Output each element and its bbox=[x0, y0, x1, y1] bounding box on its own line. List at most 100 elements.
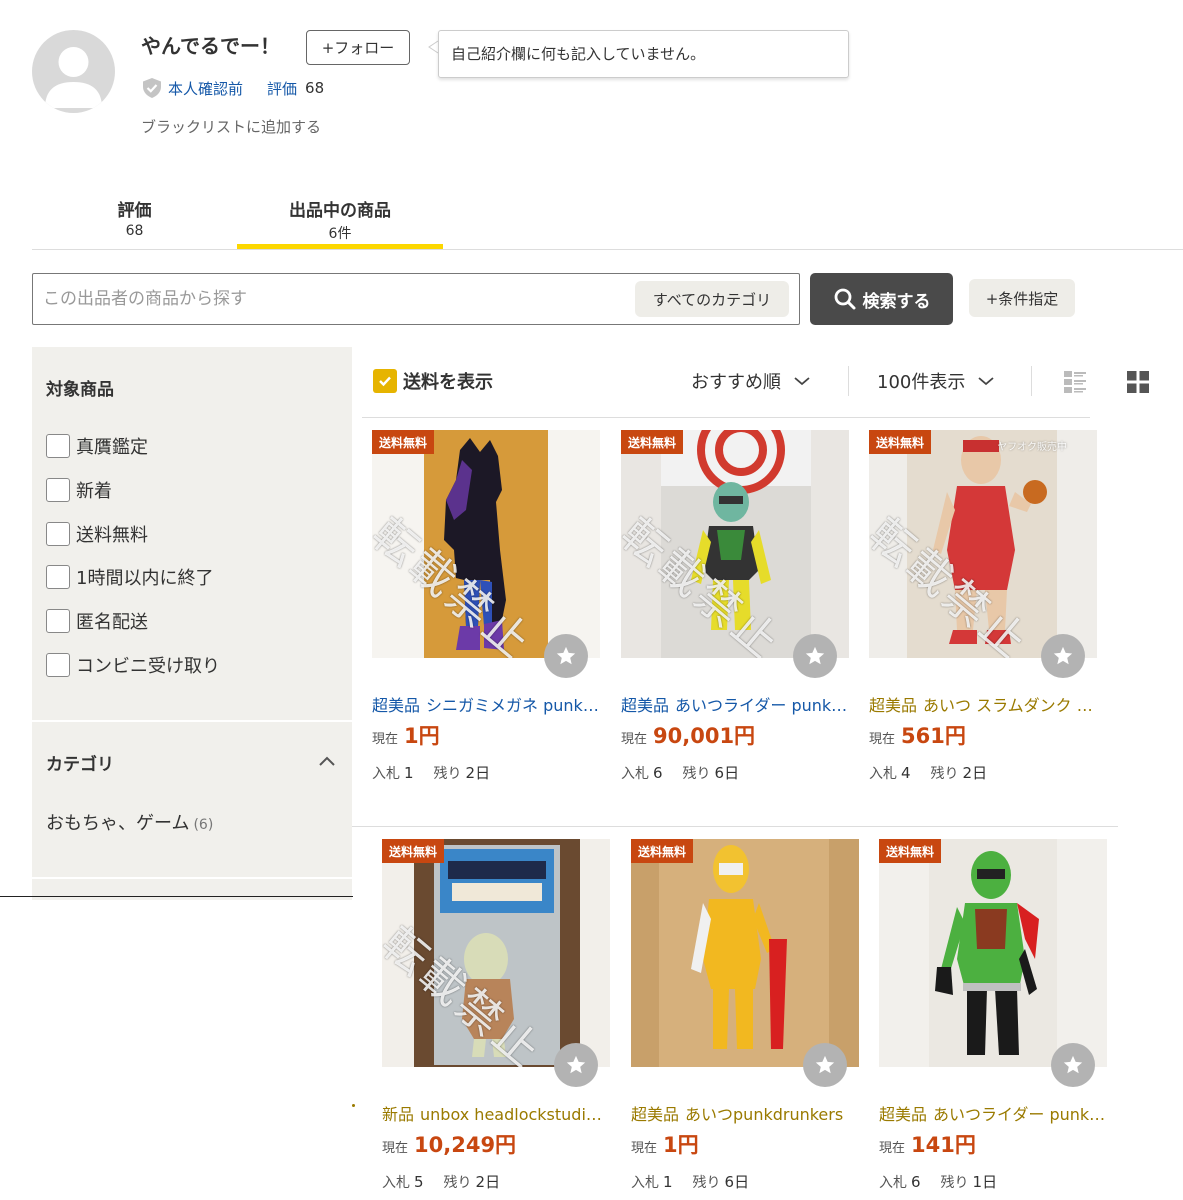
chevron-up-icon[interactable] bbox=[316, 751, 338, 773]
category-item-toys-games[interactable]: おもちゃ、ゲーム (6) bbox=[46, 809, 213, 835]
category-title[interactable]: カテゴリ bbox=[46, 750, 114, 775]
per-page-select[interactable]: 100件表示 bbox=[877, 368, 995, 394]
follow-button[interactable]: +フォロー bbox=[306, 30, 410, 65]
favorite-button[interactable] bbox=[803, 1043, 847, 1087]
remaining-time: 2日 bbox=[465, 764, 491, 782]
remaining-time: 2日 bbox=[962, 764, 988, 782]
filter-convenience-pickup[interactable]: コンビニ受け取り bbox=[46, 652, 220, 678]
chevron-down-icon bbox=[978, 377, 994, 386]
show-shipping-toggle[interactable]: 送料を表示 bbox=[373, 369, 493, 393]
price-label: 現在 bbox=[382, 1141, 409, 1156]
toolbar-separator bbox=[1031, 366, 1032, 396]
search-button[interactable]: 検索する bbox=[810, 273, 953, 325]
filter-checkbox[interactable] bbox=[46, 478, 70, 502]
free-shipping-badge: 送料無料 bbox=[372, 430, 435, 454]
bids-count: 6 bbox=[911, 1173, 921, 1191]
filter-new-arrivals[interactable]: 新着 bbox=[46, 477, 112, 503]
product-image[interactable]: 送料無料 転載禁止 bbox=[372, 430, 600, 658]
product-price: 1円 bbox=[663, 1133, 699, 1157]
filter-free-shipping[interactable]: 送料無料 bbox=[46, 521, 148, 547]
add-to-blacklist-link[interactable]: ブラックリストに追加する bbox=[141, 116, 321, 137]
filter-checkbox[interactable] bbox=[46, 565, 70, 589]
product-card[interactable]: 送料無料 超美品あいつライダー punkdrunkers 現在 141円 入札6… bbox=[879, 839, 1107, 1200]
per-page-label: 100件表示 bbox=[877, 372, 966, 393]
sidebar-edge-line bbox=[0, 896, 353, 897]
favorite-button[interactable] bbox=[793, 634, 837, 678]
product-image[interactable]: 送料無料 転載禁止 ヤフオク販売中 bbox=[869, 430, 1097, 658]
price-row: 現在 561円 bbox=[869, 720, 966, 750]
favorite-button[interactable] bbox=[1051, 1043, 1095, 1087]
show-shipping-checkbox[interactable] bbox=[373, 369, 397, 393]
product-title[interactable]: 新品 unbox headlockstudio kustom monsters bbox=[382, 1101, 610, 1125]
favorite-button[interactable] bbox=[1041, 634, 1085, 678]
auction-meta: 入札 6 残り 1日 bbox=[879, 1171, 1017, 1192]
favorite-button[interactable] bbox=[554, 1043, 598, 1087]
search-icon bbox=[834, 288, 855, 310]
product-card[interactable]: 送料無料 超美品 あいつpunkdrunkers 現在 1円 入札 1 残り 6日 bbox=[631, 839, 859, 1200]
filter-checkbox[interactable] bbox=[46, 522, 70, 546]
category-select[interactable]: すべてのカテゴリ bbox=[635, 281, 789, 317]
filter-checkbox[interactable] bbox=[46, 653, 70, 677]
price-label: 現在 bbox=[621, 732, 648, 747]
auction-meta: 入札 1 残り 2日 bbox=[372, 762, 510, 783]
bids-label: 入札 bbox=[631, 1175, 659, 1191]
product-photo-kustom-monsters-bag bbox=[382, 839, 610, 1067]
filter-label: 匿名配送 bbox=[76, 612, 148, 633]
product-title[interactable]: 超美品あいつライダー punkdrunkers bbox=[621, 692, 849, 716]
star-icon bbox=[566, 1055, 586, 1074]
product-title[interactable]: 超美品 あいつpunkdrunkers bbox=[631, 1101, 859, 1125]
price-label: 現在 bbox=[879, 1141, 906, 1156]
product-card[interactable]: 送料無料 転載禁止 新品 unbox headlockstudio kustom … bbox=[382, 839, 610, 1200]
filters-title: 対象商品 bbox=[46, 380, 114, 400]
bids-label: 入札 bbox=[879, 1175, 907, 1191]
rating-link[interactable]: 評価 bbox=[267, 78, 297, 99]
product-card[interactable]: 送料無料 転載禁止 ヤフオク販売中 超美品あいつ スラムダンク punkdrun… bbox=[869, 430, 1097, 795]
search-box: すべてのカテゴリ bbox=[32, 273, 800, 325]
identity-unverified-link[interactable]: 本人確認前 bbox=[168, 78, 243, 99]
star-icon bbox=[1063, 1055, 1083, 1074]
remaining-time: 2日 bbox=[475, 1173, 501, 1191]
product-image[interactable]: 送料無料 転載禁止 bbox=[621, 430, 849, 658]
product-photo-bagged-rider-figure bbox=[621, 430, 849, 658]
category-item-count: (6) bbox=[193, 817, 214, 833]
auction-meta: 入札 6 残り 6日 bbox=[621, 762, 759, 783]
search-input[interactable] bbox=[43, 286, 623, 312]
bids-count: 5 bbox=[414, 1173, 424, 1191]
sort-select[interactable]: おすすめ順 bbox=[691, 368, 811, 394]
product-price: 561円 bbox=[901, 724, 966, 748]
sidebar-divider bbox=[32, 720, 352, 722]
filter-anonymous-shipping[interactable]: 匿名配送 bbox=[46, 608, 148, 634]
list-view-icon[interactable] bbox=[1063, 370, 1087, 394]
product-title[interactable]: 超美品あいつ スラムダンク punkdrunkers bbox=[869, 692, 1097, 716]
product-image[interactable]: 送料無料 転載禁止 bbox=[382, 839, 610, 1067]
sidebar-divider bbox=[32, 877, 352, 879]
product-photo-red-basketball-figure bbox=[869, 430, 1097, 658]
price-row: 現在 90,001円 bbox=[621, 720, 755, 750]
product-title[interactable]: 超美品シニガミメガネ punkdrunkers bbox=[372, 692, 600, 716]
grid-view-icon[interactable] bbox=[1126, 370, 1150, 394]
product-image[interactable]: 送料無料 bbox=[879, 839, 1107, 1067]
product-title[interactable]: 超美品あいつライダー punkdrunkers bbox=[879, 1101, 1107, 1125]
free-shipping-badge: 送料無料 bbox=[879, 839, 942, 863]
remaining-label: 残り bbox=[443, 1175, 472, 1191]
product-card[interactable]: 送料無料 転載禁止 超美品あいつライダー punkdrunkers 現在 90,… bbox=[621, 430, 849, 795]
advanced-conditions-button[interactable]: +条件指定 bbox=[969, 279, 1075, 317]
auction-meta: 入札 1 残り 6日 bbox=[631, 1171, 769, 1192]
photo-corner-mark: ヤフオク販売中 bbox=[997, 442, 1067, 453]
filter-checkbox[interactable] bbox=[46, 609, 70, 633]
filter-authenticated[interactable]: 真贋鑑定 bbox=[46, 433, 148, 459]
filter-ending-soon[interactable]: 1時間以内に終了 bbox=[46, 564, 213, 590]
remaining-label: 残り bbox=[930, 766, 959, 782]
seller-name: やんでるでー！ bbox=[141, 34, 280, 58]
tab-ratings[interactable]: 評価 68 bbox=[32, 196, 237, 239]
filter-checkbox[interactable] bbox=[46, 434, 70, 458]
sort-select-label: おすすめ順 bbox=[691, 372, 781, 393]
title-overflow-dot bbox=[352, 1104, 355, 1107]
results-divider bbox=[362, 417, 1090, 418]
tab-listings[interactable]: 出品中の商品 6件 bbox=[237, 196, 443, 243]
favorite-button[interactable] bbox=[544, 634, 588, 678]
filter-label: 1時間以内に終了 bbox=[76, 568, 214, 589]
results-row-divider bbox=[352, 826, 1118, 827]
product-image[interactable]: 送料無料 bbox=[631, 839, 859, 1067]
product-card[interactable]: 送料無料 転載禁止 超美品シニガミメガネ punkdrunkers 現在 1円 … bbox=[372, 430, 600, 795]
